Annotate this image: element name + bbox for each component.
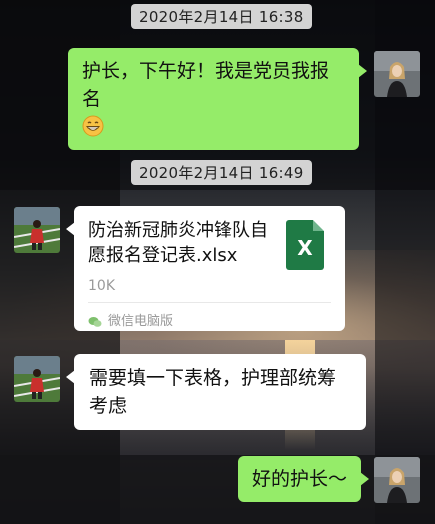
avatar-image (374, 457, 420, 503)
background-floor (0, 455, 435, 524)
file-size: 10K (88, 278, 115, 294)
avatar-image (14, 356, 60, 402)
message-text: 好的护长～ (252, 468, 348, 490)
excel-file-icon: X (286, 220, 324, 270)
wechat-icon (88, 317, 102, 327)
message-text: 护长，下午好！我是党员我报名 (82, 60, 330, 110)
file-source: 微信电脑版 (88, 308, 173, 336)
file-message-card[interactable]: 防治新冠肺炎冲锋队自愿报名登记表.xlsx 10K X 微信电脑版 (66, 206, 345, 331)
message-text: 需要填一下表格，护理部统筹考虑 (89, 367, 337, 417)
my-avatar[interactable] (374, 51, 420, 97)
sent-message-bubble[interactable]: 好的护长～ (238, 456, 369, 502)
divider (88, 302, 331, 303)
file-name: 防治新冠肺炎冲锋队自愿报名登记表.xlsx (88, 220, 268, 266)
file-source-label: 微信电脑版 (108, 314, 174, 329)
my-avatar[interactable] (374, 457, 420, 503)
sender-avatar[interactable] (14, 356, 60, 402)
timestamp: 2020年2月14日 16:38 (131, 4, 312, 29)
sent-message-bubble[interactable]: 护长，下午好！我是党员我报名 (68, 48, 367, 150)
sender-avatar[interactable] (14, 207, 60, 253)
timestamp: 2020年2月14日 16:49 (131, 160, 312, 185)
avatar-image (14, 207, 60, 253)
grinning-face-icon (82, 115, 104, 137)
avatar-image (374, 51, 420, 97)
received-message-bubble[interactable]: 需要填一下表格，护理部统筹考虑 (66, 354, 366, 430)
